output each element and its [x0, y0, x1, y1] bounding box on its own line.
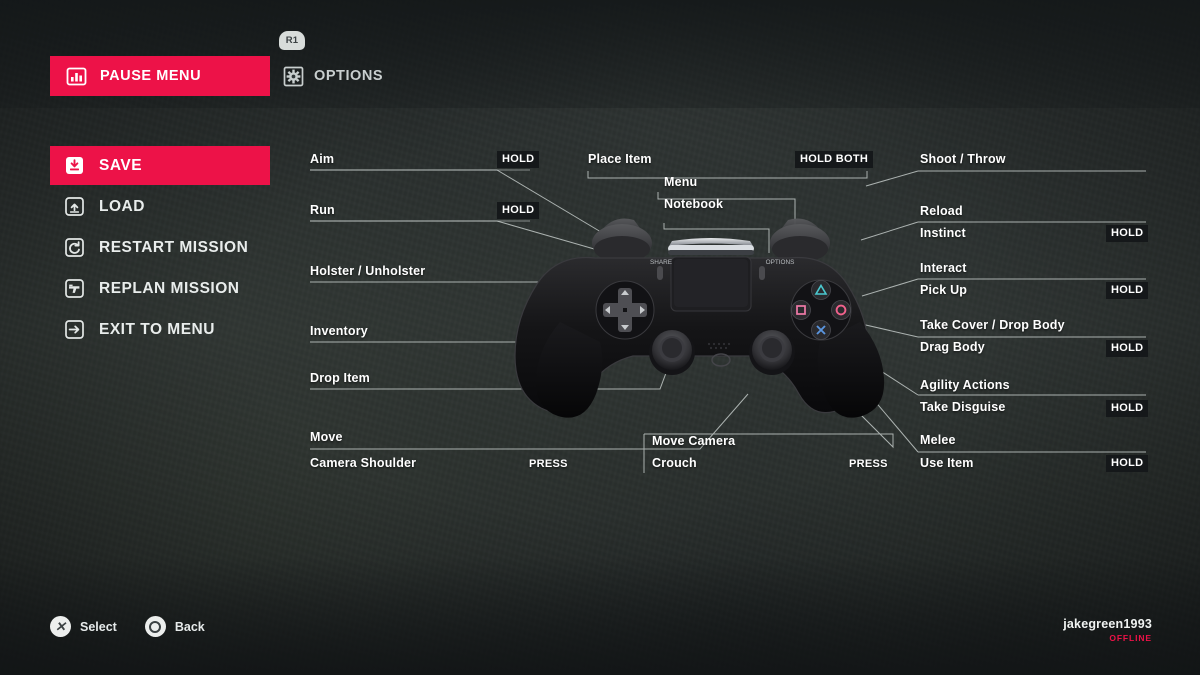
restart-arrow-icon: [64, 237, 85, 258]
sidebar-item-save-label: SAVE: [99, 156, 143, 174]
footer-button-hints: ✕ Select Back: [50, 616, 205, 637]
sidebar-item-replan-mission-label: REPLAN MISSION: [99, 279, 240, 297]
sidebar-item-exit-to-menu-label: EXIT TO MENU: [99, 320, 215, 338]
gear-icon: [283, 66, 304, 87]
hint-select-label: Select: [80, 619, 117, 634]
tab-pause-menu[interactable]: PAUSE MENU: [50, 56, 270, 96]
cross-button-icon: ✕: [50, 616, 71, 637]
hint-select[interactable]: ✕ Select: [50, 616, 117, 637]
sidebar-item-load[interactable]: LOAD: [50, 187, 270, 226]
sidebar-item-restart-mission-label: RESTART MISSION: [99, 238, 249, 256]
user-profile: jakegreen1993 OFFLINE: [1063, 617, 1152, 643]
save-download-icon: [64, 155, 85, 176]
sidebar-item-restart-mission[interactable]: RESTART MISSION: [50, 228, 270, 267]
hint-back[interactable]: Back: [144, 616, 205, 637]
tab-options[interactable]: OPTIONS: [283, 62, 383, 90]
hint-back-label: Back: [174, 619, 205, 634]
r1-shoulder-badge: R1: [279, 31, 305, 50]
load-upload-icon: [64, 196, 85, 217]
sidebar-item-exit-to-menu[interactable]: EXIT TO MENU: [50, 310, 270, 349]
exit-arrow-icon: [64, 319, 85, 340]
sidebar-item-save[interactable]: SAVE: [50, 146, 270, 185]
sidebar-item-replan-mission[interactable]: REPLAN MISSION: [50, 269, 270, 308]
chart-bars-icon: [66, 66, 87, 87]
sidebar-item-load-label: LOAD: [99, 197, 145, 215]
circle-button-icon: [144, 616, 166, 637]
user-name: jakegreen1993: [1063, 617, 1152, 631]
tab-pause-menu-label: PAUSE MENU: [100, 68, 202, 84]
user-status-badge: OFFLINE: [1109, 633, 1152, 643]
pistol-icon: [64, 278, 85, 299]
tab-options-label: OPTIONS: [314, 68, 384, 84]
pause-menu-sidebar: SAVE LOAD RESTART MISSION REPLAN MISSION…: [50, 146, 270, 351]
